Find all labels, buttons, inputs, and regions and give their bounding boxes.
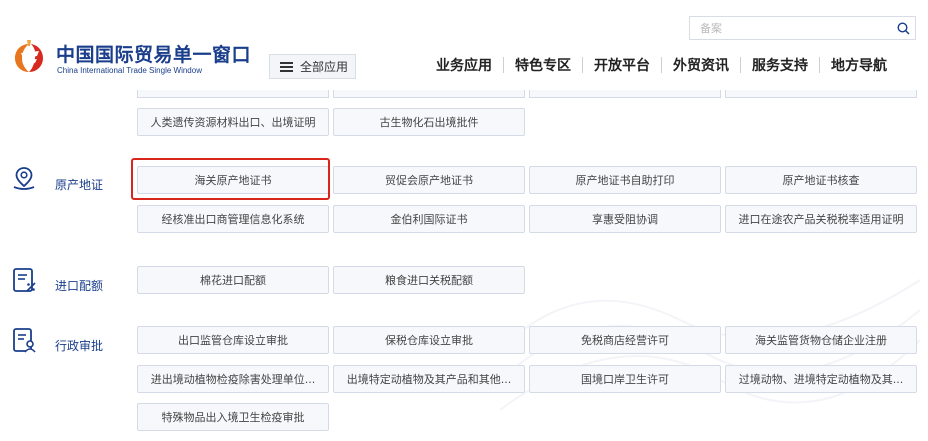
- all-apps-button[interactable]: 全部应用: [269, 54, 356, 79]
- app-button-export-bonded-warehouse-approval[interactable]: 出口监管仓库设立审批: [137, 326, 329, 354]
- app-button-origin-cert-verification[interactable]: 原产地证书核查: [725, 166, 917, 194]
- app-button-approved-exporter-system[interactable]: 经核准出口商管理信息化系统: [137, 205, 329, 233]
- nav-featured-zone[interactable]: 特色专区: [504, 55, 582, 75]
- page-header: 中国国际贸易单一窗口 China International Trade Sin…: [0, 0, 928, 98]
- approval-document-icon: [13, 328, 36, 353]
- app-button-fossil-export-permit[interactable]: 古生物化石出境批件: [333, 108, 525, 136]
- nav-trade-news[interactable]: 外贸资讯: [662, 55, 740, 75]
- section-title-import-quota: 进口配额: [55, 279, 104, 293]
- logo-title-cn[interactable]: 中国国际贸易单一窗口: [56, 40, 251, 67]
- location-pin-icon: [13, 167, 35, 190]
- clipped-app-button[interactable]: [725, 90, 917, 98]
- section-title-admin-approval: 行政审批: [55, 339, 104, 353]
- app-button-agri-in-transit-tariff-cert[interactable]: 进口在途农产品关税税率适用证明: [725, 205, 917, 233]
- logo-title-en[interactable]: China International Trade Single Window: [57, 66, 202, 75]
- search-box: [689, 16, 916, 40]
- nav-business-apps[interactable]: 业务应用: [431, 55, 503, 75]
- menu-icon: [280, 61, 293, 72]
- nav-open-platform[interactable]: 开放平台: [583, 55, 661, 75]
- app-button-transit-animal-plant[interactable]: 过境动物、进境特定动植物及其...: [725, 365, 917, 393]
- section-title-origin-cert: 原产地证: [55, 178, 104, 192]
- app-button-grain-tariff-quota[interactable]: 粮食进口关税配额: [333, 266, 525, 294]
- app-button-origin-cert-self-print[interactable]: 原产地证书自助打印: [529, 166, 721, 194]
- selection-highlight: [131, 158, 330, 200]
- nav-service-support[interactable]: 服务支持: [741, 55, 819, 75]
- app-button-port-health-license[interactable]: 国境口岸卫生许可: [529, 365, 721, 393]
- all-apps-label: 全部应用: [300, 60, 349, 74]
- main-nav: 业务应用 特色专区 开放平台 外贸资讯 服务支持 地方导航: [431, 55, 898, 75]
- search-input[interactable]: [690, 17, 891, 39]
- search-icon[interactable]: [891, 17, 915, 39]
- clipped-app-button[interactable]: [333, 90, 525, 98]
- app-button-duty-free-shop-license[interactable]: 免税商店经营许可: [529, 326, 721, 354]
- app-button-special-items-quarantine[interactable]: 特殊物品出入境卫生检疫审批: [137, 403, 329, 431]
- app-button-bonded-warehouse-approval[interactable]: 保税仓库设立审批: [333, 326, 525, 354]
- clipped-app-button[interactable]: [529, 90, 721, 98]
- app-button-cotton-import-quota[interactable]: 棉花进口配额: [137, 266, 329, 294]
- single-window-logo-icon[interactable]: [9, 38, 49, 78]
- app-button-preference-coordination[interactable]: 享惠受阻协调: [529, 205, 721, 233]
- app-button-human-genetic-export-cert[interactable]: 人类遗传资源材料出口、出境证明: [137, 108, 329, 136]
- clipped-app-button[interactable]: [137, 90, 329, 98]
- app-button-supervised-storage-registration[interactable]: 海关监管货物仓储企业注册: [725, 326, 917, 354]
- app-button-quarantine-treatment-unit[interactable]: 进出境动植物检疫除害处理单位...: [137, 365, 329, 393]
- nav-local-navigation[interactable]: 地方导航: [820, 55, 898, 75]
- app-button-ccpit-origin-cert[interactable]: 贸促会原产地证书: [333, 166, 525, 194]
- quota-document-icon: [13, 268, 36, 292]
- app-button-specific-animal-plant-export[interactable]: 出境特定动植物及其产品和其他...: [333, 365, 525, 393]
- app-button-kimberley-cert[interactable]: 金伯利国际证书: [333, 205, 525, 233]
